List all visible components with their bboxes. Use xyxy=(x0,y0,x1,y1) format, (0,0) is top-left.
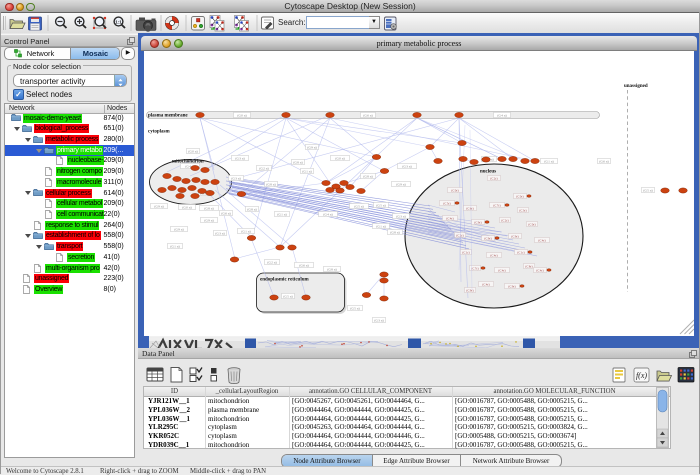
svg-text:(G2 n): (G2 n) xyxy=(259,167,269,171)
svg-text:(C4r): (C4r) xyxy=(538,239,545,243)
svg-text:(G3 n): (G3 n) xyxy=(231,177,241,181)
svg-text:(G1 n): (G1 n) xyxy=(302,170,312,174)
svg-text:(C4r): (C4r) xyxy=(490,254,497,258)
svg-text:(C7r): (C7r) xyxy=(493,204,500,208)
svg-text:(G1 n): (G1 n) xyxy=(376,225,386,229)
svg-text:(G9 n): (G9 n) xyxy=(307,146,317,150)
svg-text:1:1: 1:1 xyxy=(115,20,122,25)
svg-text:(G1 n): (G1 n) xyxy=(277,213,287,217)
svg-text:f(x): f(x) xyxy=(636,371,647,380)
svg-text:(C0r): (C0r) xyxy=(528,223,535,227)
svg-text:(G5 n): (G5 n) xyxy=(376,204,386,208)
svg-text:(C4r): (C4r) xyxy=(482,283,489,287)
svg-text:(G8 n): (G8 n) xyxy=(266,183,276,187)
svg-text:(G6 n): (G6 n) xyxy=(299,264,309,268)
svg-text:(G6 n): (G6 n) xyxy=(599,160,609,164)
svg-text:(G5 n): (G5 n) xyxy=(354,205,364,209)
svg-text:(G8 n): (G8 n) xyxy=(247,208,257,212)
svg-text:(G5 n): (G5 n) xyxy=(350,307,360,311)
svg-text:(C9r): (C9r) xyxy=(474,221,481,225)
svg-text:(G9 n): (G9 n) xyxy=(204,219,214,223)
svg-text:(G9 n): (G9 n) xyxy=(154,205,164,209)
svg-text:(G3 n): (G3 n) xyxy=(402,165,412,169)
svg-text:(G5 n): (G5 n) xyxy=(283,295,293,299)
svg-text:(G3 n): (G3 n) xyxy=(235,157,245,161)
svg-text:(G4 n): (G4 n) xyxy=(323,213,333,217)
svg-text:(C2r): (C2r) xyxy=(490,177,497,181)
svg-text:(G8 n): (G8 n) xyxy=(293,161,303,165)
svg-text:(C9r): (C9r) xyxy=(484,237,491,241)
svg-text:(C1r): (C1r) xyxy=(462,251,469,255)
svg-text:(G3 n): (G3 n) xyxy=(215,232,225,236)
svg-text:(G9 n): (G9 n) xyxy=(174,228,184,232)
svg-text:(G4 n): (G4 n) xyxy=(497,114,507,118)
svg-text:(C8r): (C8r) xyxy=(525,265,532,269)
svg-text:(G6 n): (G6 n) xyxy=(221,212,231,216)
svg-text:(C5r): (C5r) xyxy=(443,202,450,206)
svg-text:(G1 n): (G1 n) xyxy=(241,230,251,234)
svg-text:(G8 n): (G8 n) xyxy=(204,207,214,211)
svg-text:(C2r): (C2r) xyxy=(456,234,463,238)
svg-text:(C9r): (C9r) xyxy=(511,235,518,239)
svg-text:(C4r): (C4r) xyxy=(498,269,505,273)
svg-text:(G8 n): (G8 n) xyxy=(390,231,400,235)
svg-text:(G8 n): (G8 n) xyxy=(327,268,337,272)
svg-text:(G3 n): (G3 n) xyxy=(374,319,384,323)
svg-text:(G1 n): (G1 n) xyxy=(544,160,554,164)
svg-text:(G3 n): (G3 n) xyxy=(396,215,406,219)
svg-text:mitochondrion: mitochondrion xyxy=(172,160,204,165)
svg-text:endoplasmic reticulum: endoplasmic reticulum xyxy=(260,278,309,283)
svg-text:(G8 n): (G8 n) xyxy=(363,175,373,179)
svg-text:unassigned: unassigned xyxy=(624,84,648,89)
svg-text:(C4r): (C4r) xyxy=(446,217,453,221)
svg-text:(C7r): (C7r) xyxy=(471,267,478,271)
svg-text:(G2 n): (G2 n) xyxy=(267,261,277,265)
svg-text:(G5 n): (G5 n) xyxy=(643,189,653,193)
svg-text:(C2r): (C2r) xyxy=(501,219,508,223)
svg-text:(C9r): (C9r) xyxy=(508,285,515,289)
svg-text:(C6r): (C6r) xyxy=(466,207,473,211)
svg-text:(G1 n): (G1 n) xyxy=(170,245,180,249)
svg-text:(C4r): (C4r) xyxy=(536,269,543,273)
svg-text:(G0 n): (G0 n) xyxy=(335,157,345,161)
svg-text:(G9 n): (G9 n) xyxy=(396,183,406,187)
svg-text:cytoplasm: cytoplasm xyxy=(148,130,171,135)
svg-text:(C0r): (C0r) xyxy=(516,195,523,199)
svg-text:(C1r): (C1r) xyxy=(517,251,524,255)
svg-text:(C9r): (C9r) xyxy=(466,289,473,293)
svg-text:plasma membrane: plasma membrane xyxy=(148,114,188,119)
svg-text:nucleus: nucleus xyxy=(480,170,496,175)
svg-text:(G0 n): (G0 n) xyxy=(237,114,247,118)
svg-text:(C3r): (C3r) xyxy=(519,209,526,213)
svg-text:(G6 n): (G6 n) xyxy=(363,114,373,118)
svg-text:(C0r): (C0r) xyxy=(451,189,458,193)
svg-text:(G0 n): (G0 n) xyxy=(188,150,198,154)
svg-text:(G0 n): (G0 n) xyxy=(182,206,192,210)
